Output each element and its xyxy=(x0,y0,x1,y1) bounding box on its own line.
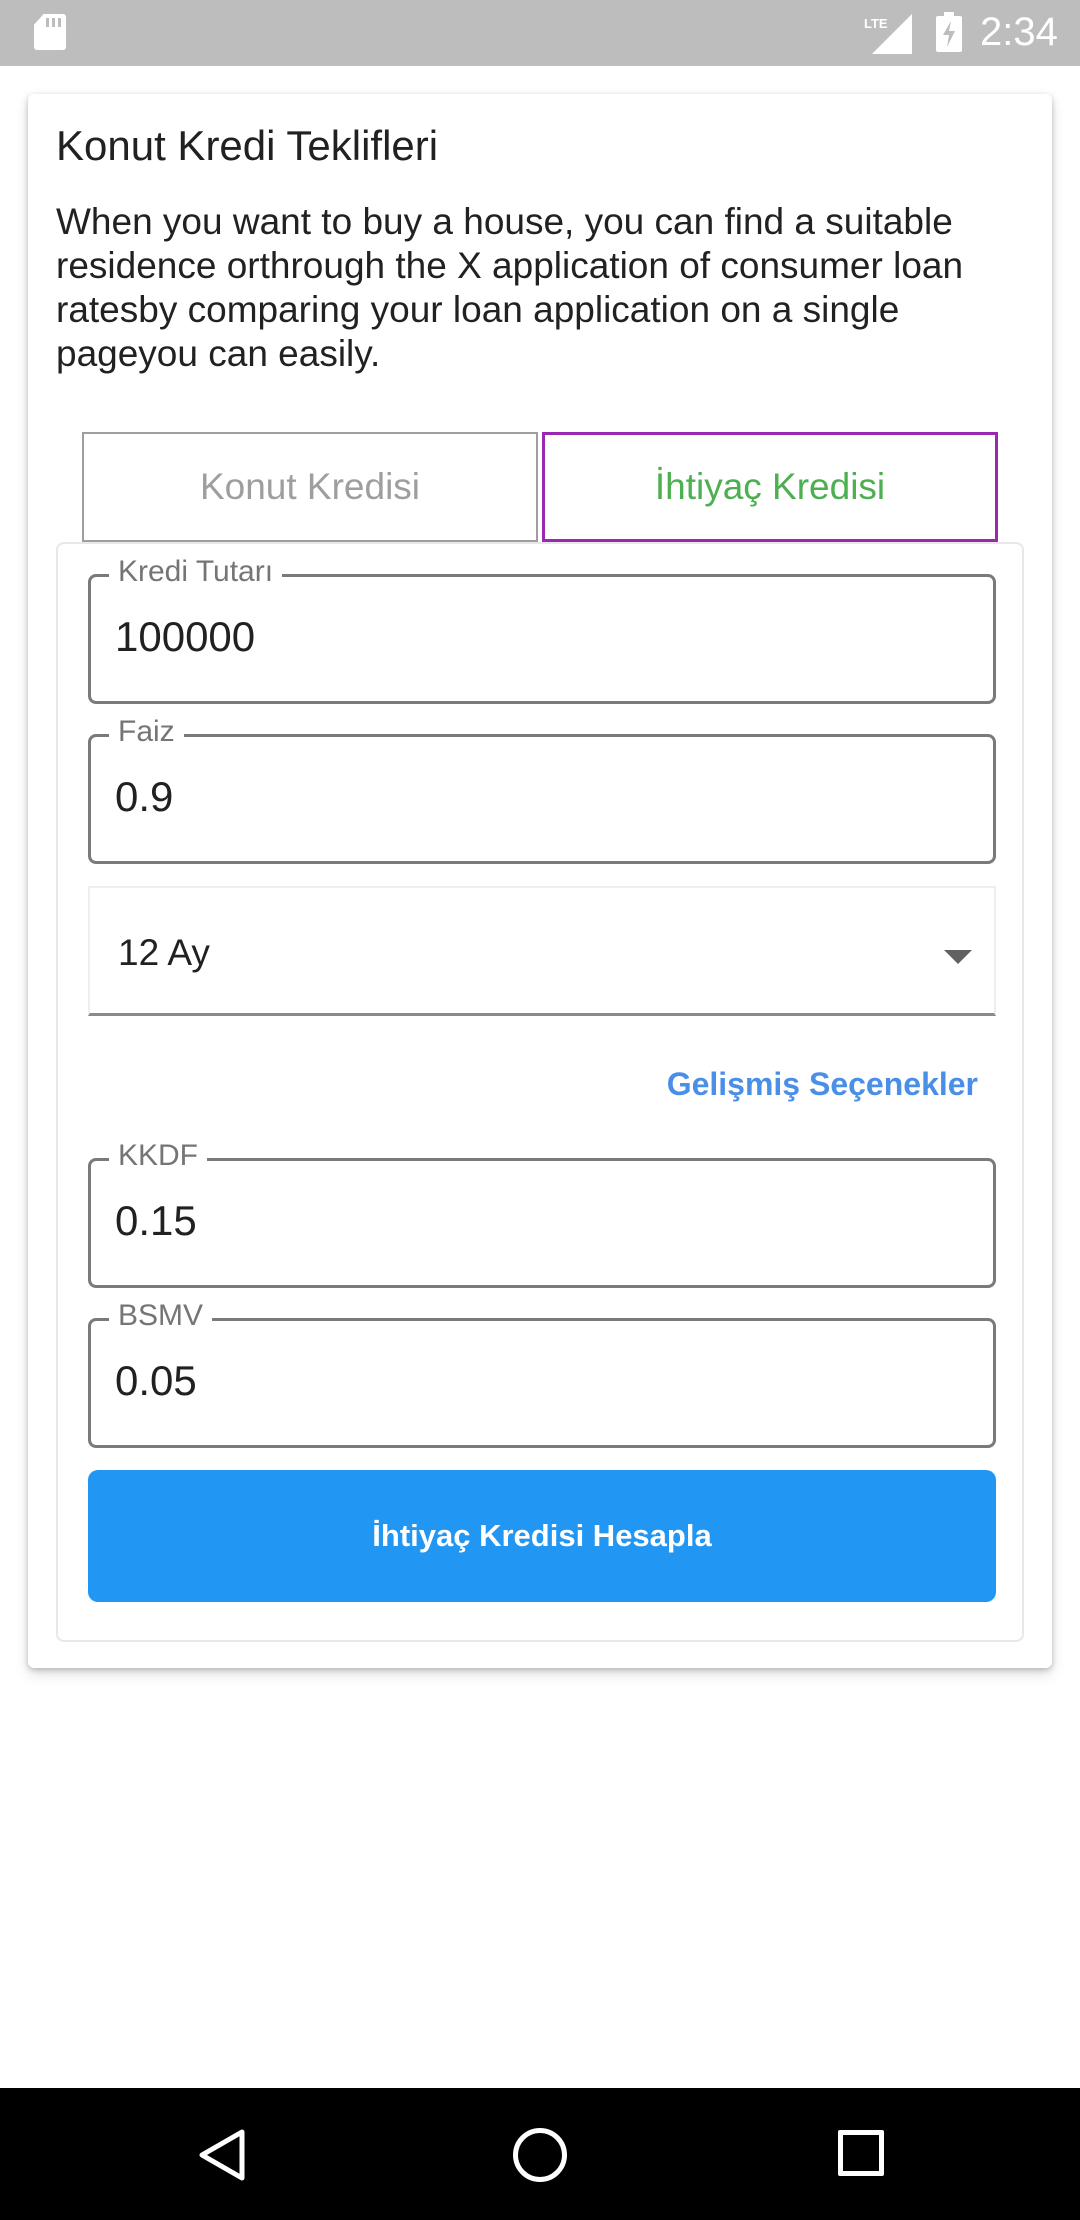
status-time: 2:34 xyxy=(980,10,1058,54)
tab-konut-kredisi[interactable]: Konut Kredisi xyxy=(82,432,538,542)
sd-card-icon xyxy=(34,14,66,50)
interest-rate-field[interactable]: Faiz 0.9 xyxy=(88,715,996,864)
chevron-down-icon xyxy=(944,950,972,964)
battery-charging-icon xyxy=(936,12,962,52)
bsmv-field[interactable]: BSMV 0.05 xyxy=(88,1299,996,1448)
advanced-options-link[interactable]: Gelişmiş Seçenekler xyxy=(667,1066,978,1103)
interest-rate-input[interactable]: 0.9 xyxy=(115,773,173,821)
calculate-loan-button[interactable]: İhtiyaç Kredisi Hesapla xyxy=(88,1470,996,1602)
lte-signal-icon: LTE xyxy=(864,14,912,54)
kkdf-input[interactable]: 0.15 xyxy=(115,1197,197,1245)
term-selected-value: 12 Ay xyxy=(118,932,210,973)
bsmv-label: BSMV xyxy=(109,1299,213,1333)
navigation-bar xyxy=(0,2088,1080,2220)
loan-amount-field[interactable]: Kredi Tutarı 100000 xyxy=(88,555,996,704)
network-type-label: LTE xyxy=(864,16,888,31)
back-icon[interactable] xyxy=(196,2128,250,2182)
tab-ihtiyac-kredisi[interactable]: İhtiyaç Kredisi xyxy=(542,432,998,542)
loan-form-panel: Kredi Tutarı 100000 Faiz 0.9 12 Ay Geliş… xyxy=(56,542,1024,1642)
page-title: Konut Kredi Teklifleri xyxy=(56,122,439,169)
term-dropdown[interactable]: 12 Ay xyxy=(88,886,996,1016)
interest-rate-label: Faiz xyxy=(109,715,184,749)
home-icon[interactable] xyxy=(513,2128,567,2182)
bsmv-input[interactable]: 0.05 xyxy=(115,1357,197,1405)
recents-icon[interactable] xyxy=(838,2130,884,2176)
page-description: When you want to buy a house, you can fi… xyxy=(56,201,964,374)
status-bar: LTE 2:34 xyxy=(0,0,1080,66)
kkdf-field[interactable]: KKDF 0.15 xyxy=(88,1139,996,1288)
loan-amount-input[interactable]: 100000 xyxy=(115,613,255,661)
loan-amount-label: Kredi Tutarı xyxy=(109,555,283,589)
kkdf-label: KKDF xyxy=(109,1139,208,1173)
loan-offers-card: Konut Kredi Teklifleri When you want to … xyxy=(28,94,1052,1668)
